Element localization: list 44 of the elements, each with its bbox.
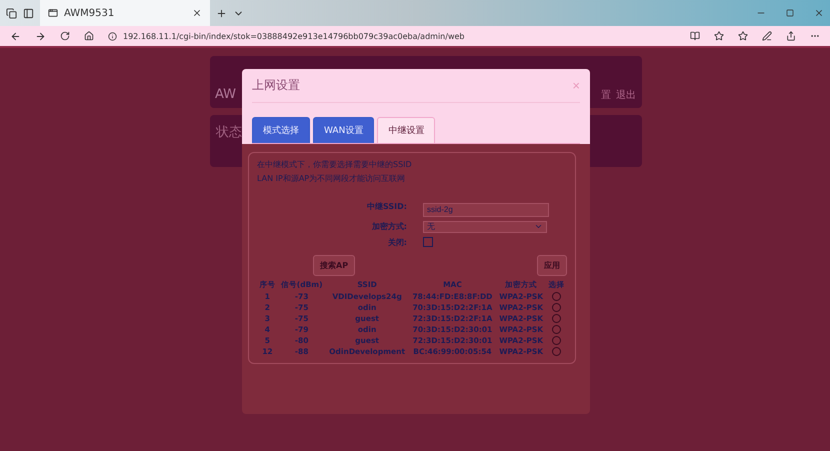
- new-tab-icon[interactable]: [216, 8, 227, 18]
- refresh-icon[interactable]: [60, 31, 70, 41]
- apply-button[interactable]: 应用: [537, 254, 567, 276]
- radio-button[interactable]: [552, 324, 562, 334]
- home-icon[interactable]: [84, 31, 94, 41]
- reading-view-icon[interactable]: [690, 31, 700, 41]
- close-tab-icon[interactable]: [192, 8, 202, 18]
- brand-title: AW: [215, 87, 236, 102]
- nav-link[interactable]: 置: [601, 88, 611, 102]
- radio-button[interactable]: [552, 302, 562, 312]
- tabs-icon[interactable]: [6, 8, 17, 18]
- info-icon: [108, 32, 117, 40]
- nav-link[interactable]: 退出: [616, 88, 636, 102]
- close-icon[interactable]: [814, 8, 824, 18]
- scan-button[interactable]: 搜索AP: [313, 254, 356, 276]
- field-label: 中继SSID:: [366, 201, 407, 212]
- close-checkbox[interactable]: [423, 237, 433, 247]
- dialog-tab[interactable]: WAN设置: [313, 117, 374, 143]
- dialog-title: 上网设置: [252, 77, 300, 94]
- share-icon[interactable]: [786, 31, 796, 41]
- maximize-icon[interactable]: [786, 9, 794, 17]
- radio-button[interactable]: [552, 336, 562, 344]
- star-icon[interactable]: [714, 31, 724, 41]
- radio-button[interactable]: [552, 346, 562, 356]
- hint-text: LAN IP和源AP为不同网段才能访问互联网: [257, 173, 406, 184]
- field-label: 关闭:: [386, 236, 407, 248]
- dialog-tab[interactable]: 模式选择: [252, 117, 310, 143]
- dialog-tab[interactable]: 中继设置: [377, 117, 436, 143]
- ssid-input[interactable]: ssid-2g: [423, 202, 549, 216]
- radio-button[interactable]: [552, 314, 562, 322]
- field-label: 加密方式:: [370, 221, 407, 232]
- pen-icon[interactable]: [762, 31, 772, 41]
- tab-aside-icon[interactable]: [23, 8, 34, 18]
- page-icon: [48, 8, 58, 18]
- back-icon[interactable]: [10, 30, 21, 42]
- panel-title: 状态: [216, 125, 242, 140]
- chevron-icon: [534, 222, 543, 231]
- favorites-icon[interactable]: [738, 31, 748, 41]
- hint-text: 在中继模式下，你需要选择需要中继的SSID: [257, 159, 413, 170]
- radio-button[interactable]: [552, 292, 562, 300]
- browser-tab[interactable]: AWM9531: [40, 0, 210, 26]
- address-field[interactable]: 192.168.11.1/cgi-bin/index/stok=03888492e913e14796bb079c39ac0eba/admin/web: [123, 32, 464, 40]
- forward-icon[interactable]: [35, 30, 46, 42]
- encryption-select[interactable]: 无: [423, 220, 547, 232]
